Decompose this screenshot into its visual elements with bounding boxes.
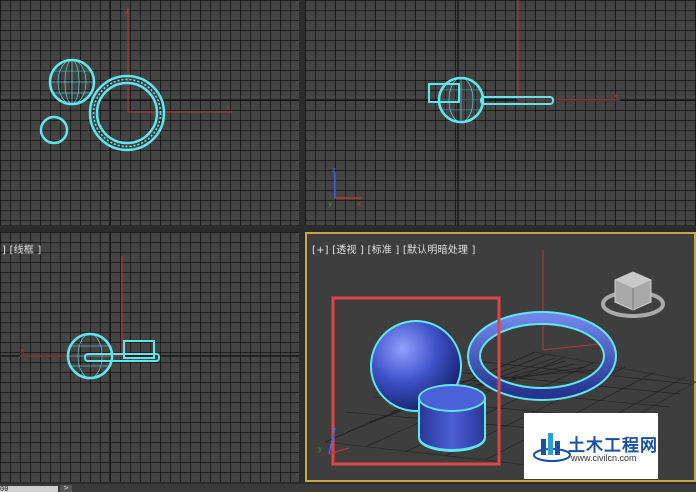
viewport-front-scene: x z y x xyxy=(305,0,696,225)
watermark-url: www.civilcn.com xyxy=(571,453,637,463)
axis-x-label: x xyxy=(226,104,230,112)
axis-y-label: y xyxy=(124,8,128,16)
viewcube-icon xyxy=(601,271,665,318)
world-axis-tripod xyxy=(334,172,361,199)
viewport-label[interactable]: ] [线框 ] xyxy=(2,241,41,256)
axis-y-label: y xyxy=(328,200,332,208)
cylinder-object xyxy=(418,384,486,452)
status-field[interactable]: 00 xyxy=(0,486,58,492)
watermark-logo: 土木工程网 www.civilcn.com xyxy=(524,413,658,479)
axis-x-label: x xyxy=(20,347,24,355)
axis-z-label: z xyxy=(332,166,336,174)
viewport-top[interactable]: y x xyxy=(0,0,299,225)
viewport-top-scene: y x xyxy=(0,0,299,225)
viewport-left-scene: x xyxy=(0,232,299,482)
sphere-wireframe xyxy=(48,58,96,106)
viewport-left[interactable]: x ] [线框 ] xyxy=(0,232,299,482)
axis-x-label: x xyxy=(614,92,618,100)
watermark-mark-icon xyxy=(533,433,571,462)
sphere-wireframe xyxy=(66,332,114,380)
cylinder-wireframe xyxy=(39,115,69,145)
axis-x-label: x xyxy=(357,200,361,208)
pivot-gizmo xyxy=(127,8,232,113)
status-bar xyxy=(0,484,696,492)
pivot-gizmo xyxy=(517,0,620,101)
sphere-wireframe xyxy=(437,76,485,124)
viewport-front[interactable]: x z y x xyxy=(305,0,696,225)
axis-y-label: y xyxy=(318,445,322,453)
torus-wireframe xyxy=(88,74,166,152)
status-arrow-button[interactable]: > xyxy=(60,485,72,492)
viewport-label[interactable]: [+] [透视 ] [标准 ] [默认明暗处理 ] xyxy=(312,241,476,256)
